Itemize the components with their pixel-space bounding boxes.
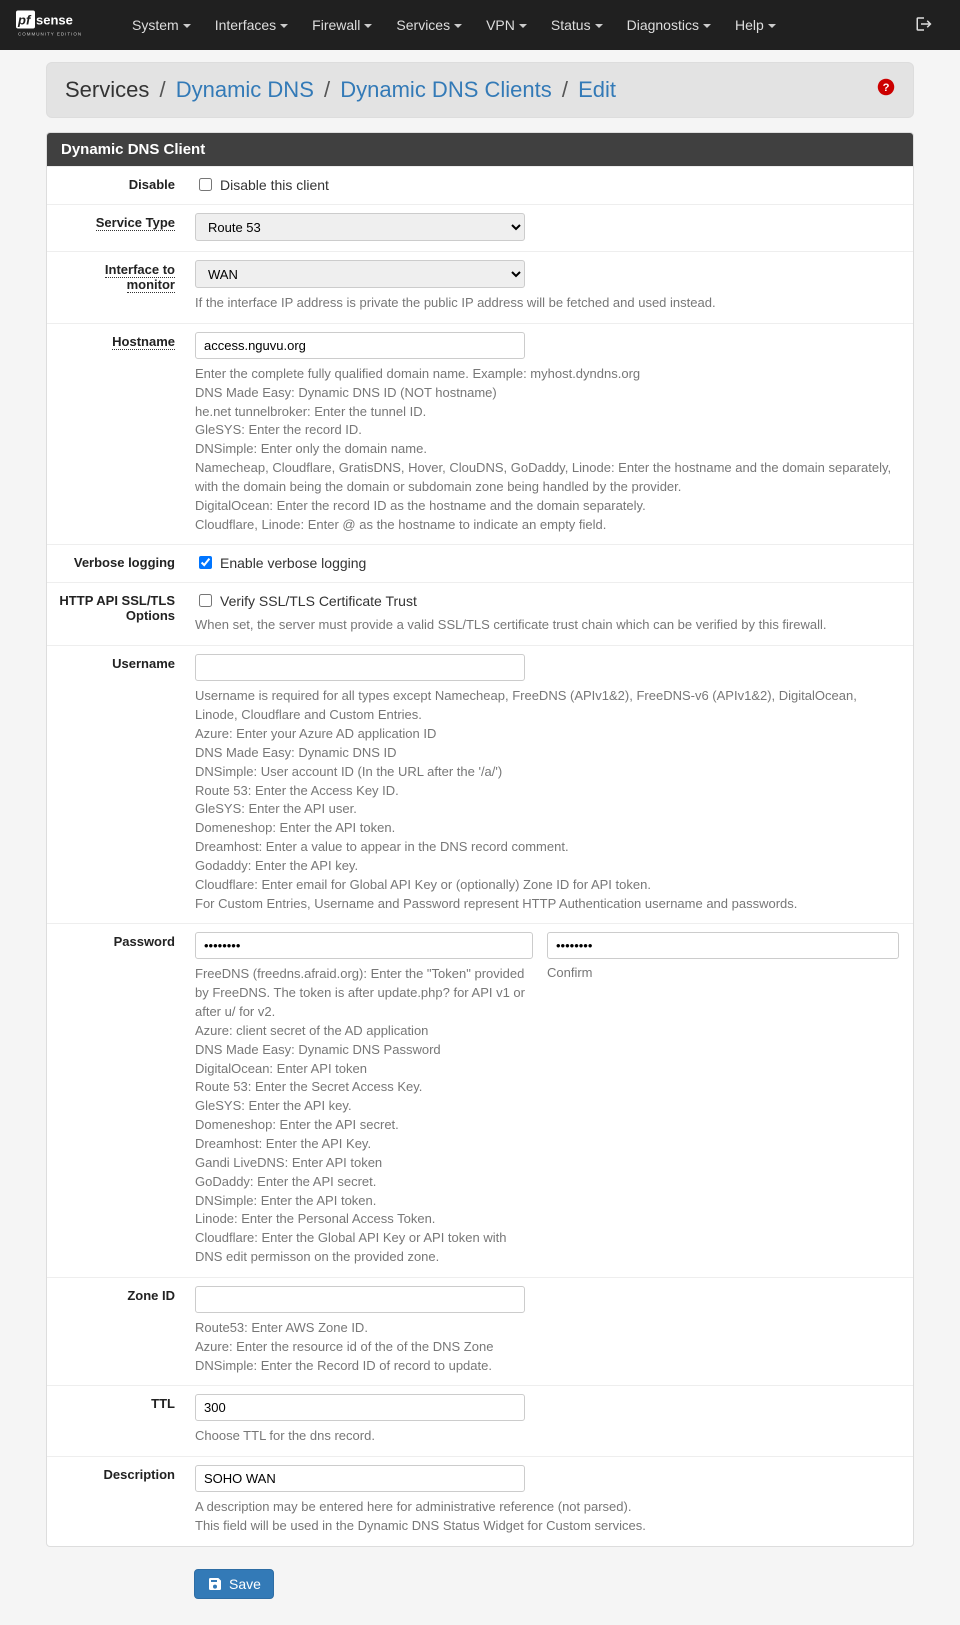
interface-select[interactable]: WAN xyxy=(195,260,525,288)
help-password: FreeDNS (freedns.afraid.org): Enter the … xyxy=(195,965,533,1267)
disable-check-area[interactable]: Disable this client xyxy=(195,175,899,194)
nav-status[interactable]: Status xyxy=(539,7,615,43)
save-button[interactable]: Save xyxy=(194,1569,274,1599)
help-zone: Route53: Enter AWS Zone ID.Azure: Enter … xyxy=(195,1319,899,1376)
help-username: Username is required for all types excep… xyxy=(195,687,899,913)
hostname-input[interactable] xyxy=(195,332,525,359)
nav-interfaces[interactable]: Interfaces xyxy=(203,7,300,43)
ttl-input[interactable] xyxy=(195,1394,525,1421)
password-input[interactable] xyxy=(195,932,533,959)
top-navbar: pf sense COMMUNITY EDITION System Interf… xyxy=(0,0,960,50)
password-confirm-input[interactable] xyxy=(547,932,899,959)
svg-text:sense: sense xyxy=(36,13,73,28)
form-actions: Save xyxy=(46,1563,914,1613)
page-header: Services / Dynamic DNS / Dynamic DNS Cli… xyxy=(46,62,914,118)
label-verbose: Verbose logging xyxy=(74,555,175,570)
verbose-check-area[interactable]: Enable verbose logging xyxy=(195,553,899,572)
disable-text: Disable this client xyxy=(220,177,329,193)
nav-menu: System Interfaces Firewall Services VPN … xyxy=(120,7,788,43)
help-interface: If the interface IP address is private t… xyxy=(195,294,899,313)
save-icon xyxy=(207,1576,223,1592)
verbose-checkbox[interactable] xyxy=(199,556,212,569)
panel-title: Dynamic DNS Client xyxy=(47,133,913,166)
svg-text:?: ? xyxy=(883,82,890,94)
verbose-text: Enable verbose logging xyxy=(220,555,366,571)
breadcrumb-dyndns[interactable]: Dynamic DNS xyxy=(176,77,314,102)
disable-checkbox[interactable] xyxy=(199,178,212,191)
description-input[interactable] xyxy=(195,1465,525,1492)
breadcrumb-clients[interactable]: Dynamic DNS Clients xyxy=(340,77,552,102)
ssl-checkbox[interactable] xyxy=(199,594,212,607)
logout-icon xyxy=(915,15,933,33)
service-type-select[interactable]: Route 53 xyxy=(195,213,525,241)
ssl-check-area[interactable]: Verify SSL/TLS Certificate Trust xyxy=(195,591,899,610)
label-interface: Interface to monitor xyxy=(105,262,175,293)
breadcrumb-services: Services xyxy=(65,77,149,102)
help-icon[interactable]: ? xyxy=(877,78,895,102)
help-hostname: Enter the complete fully qualified domai… xyxy=(195,365,899,535)
nav-system[interactable]: System xyxy=(120,7,203,43)
help-ssl: When set, the server must provide a vali… xyxy=(195,616,899,635)
nav-services[interactable]: Services xyxy=(384,7,474,43)
pfsense-logo-icon: pf sense COMMUNITY EDITION xyxy=(15,7,105,43)
nav-help[interactable]: Help xyxy=(723,7,788,43)
help-ttl: Choose TTL for the dns record. xyxy=(195,1427,899,1446)
label-zone: Zone ID xyxy=(127,1288,175,1303)
label-password: Password xyxy=(114,934,175,949)
save-label: Save xyxy=(229,1576,261,1592)
svg-text:pf: pf xyxy=(17,13,32,28)
brand-logo[interactable]: pf sense COMMUNITY EDITION xyxy=(15,7,120,43)
breadcrumb-edit[interactable]: Edit xyxy=(578,77,616,102)
label-service-type: Service Type xyxy=(96,215,175,231)
dyndns-client-panel: Dynamic DNS Client Disable Disable this … xyxy=(46,132,914,1547)
nav-diagnostics[interactable]: Diagnostics xyxy=(615,7,723,43)
confirm-label: Confirm xyxy=(547,965,899,980)
nav-firewall[interactable]: Firewall xyxy=(300,7,384,43)
help-description: A description may be entered here for ad… xyxy=(195,1498,899,1536)
label-ttl: TTL xyxy=(151,1396,175,1411)
nav-vpn[interactable]: VPN xyxy=(474,7,539,43)
label-hostname: Hostname xyxy=(112,334,175,350)
label-disable: Disable xyxy=(129,177,175,192)
username-input[interactable] xyxy=(195,654,525,681)
zone-input[interactable] xyxy=(195,1286,525,1313)
nav-right xyxy=(903,5,945,46)
label-username: Username xyxy=(112,656,175,671)
logout-button[interactable] xyxy=(903,5,945,46)
svg-text:COMMUNITY EDITION: COMMUNITY EDITION xyxy=(18,32,82,37)
breadcrumb: Services / Dynamic DNS / Dynamic DNS Cli… xyxy=(65,77,616,103)
label-ssl: HTTP API SSL/TLS Options xyxy=(59,593,175,623)
label-description: Description xyxy=(103,1467,175,1482)
ssl-text: Verify SSL/TLS Certificate Trust xyxy=(220,593,417,609)
